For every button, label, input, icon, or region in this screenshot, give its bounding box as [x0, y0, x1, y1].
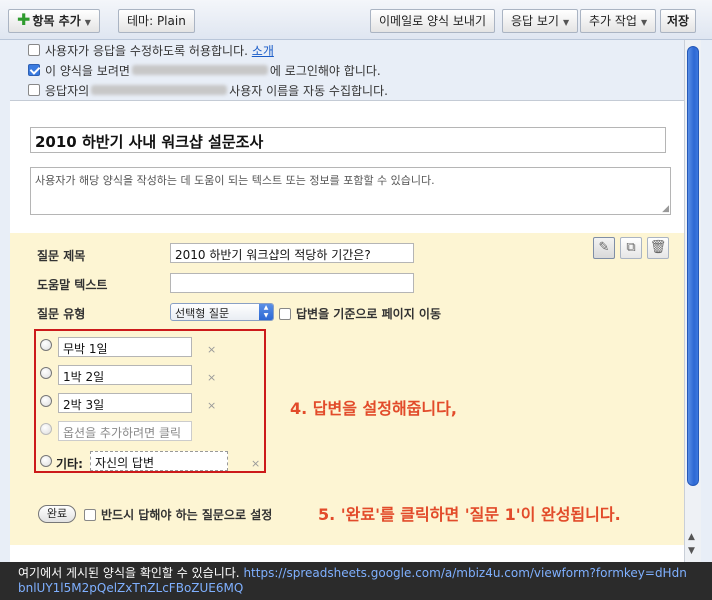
add-item-button[interactable]: ✚ 항목 추가 ▼: [8, 9, 100, 33]
remove-option-icon[interactable]: ×: [207, 343, 216, 356]
remove-option-icon[interactable]: ×: [207, 399, 216, 412]
save-button[interactable]: 저장: [660, 9, 697, 33]
collect-username-setting: 응답자의 사용자 이름을 자동 수집합니다.: [28, 82, 388, 98]
chevron-down-icon: ▼: [84, 18, 91, 27]
redacted-domain: [131, 65, 268, 75]
step4-annotation: 4. 답변을 설정해줍니다,: [290, 399, 457, 418]
help-text-input[interactable]: [170, 273, 414, 293]
theme-button[interactable]: 테마: Plain: [118, 9, 195, 33]
required-setting: 반드시 답해야 하는 질문으로 설정: [84, 506, 272, 523]
require-login-setting: 이 양식을 보려면 에 로그인해야 합니다.: [28, 62, 381, 78]
step5-annotation: 5. '완료'를 클릭하면 '질문 1'이 완성됩니다.: [318, 505, 621, 524]
edit-pencil-icon[interactable]: ✎: [593, 237, 615, 259]
option-radio: [40, 395, 52, 407]
required-checkbox[interactable]: [84, 508, 96, 521]
scroll-down-icon[interactable]: ▼: [688, 546, 695, 556]
done-button[interactable]: 완료: [38, 505, 76, 523]
option-input-2[interactable]: 1박 2일: [58, 365, 192, 385]
question-title-label: 질문 제목: [37, 249, 86, 263]
page-nav-setting: 답변을 기준으로 페이지 이동: [279, 305, 441, 322]
more-actions-button[interactable]: 추가 작업 ▼: [580, 9, 657, 33]
toolbar: ✚ 항목 추가 ▼ 테마: Plain 이메일로 양식 보내기 응답 보기 ▼ 추가 …: [0, 0, 712, 40]
scroll-up-icon[interactable]: ▲: [688, 532, 695, 542]
published-form-footer: 여기에서 게시된 양식을 확인할 수 있습니다. https://spreads…: [0, 562, 712, 600]
option-radio: [40, 339, 52, 351]
plus-icon: ✚: [17, 10, 31, 29]
question-type-select[interactable]: 선택형 질문 ▲ ▼: [170, 303, 274, 321]
other-option-label: 기타:: [56, 457, 83, 471]
other-option-input[interactable]: 자신의 답변: [90, 451, 228, 471]
scrollbar-thumb[interactable]: [687, 46, 699, 486]
option-radio: [40, 423, 52, 435]
question-editor: ✎ ⧉ 🗑 질문 제목 2010 하반기 워크샵의 적당하 기간은? 도움말 텍…: [10, 233, 684, 545]
help-text-label: 도움말 텍스트: [37, 278, 108, 292]
option-input-1[interactable]: 무박 1일: [58, 337, 192, 357]
require-login-checkbox[interactable]: [28, 64, 40, 76]
allow-edit-checkbox[interactable]: [28, 44, 40, 56]
duplicate-icon[interactable]: ⧉: [620, 237, 642, 259]
remove-option-icon[interactable]: ×: [251, 457, 260, 470]
question-title-input[interactable]: 2010 하반기 워크샵의 적당하 기간은?: [170, 243, 414, 263]
remove-option-icon[interactable]: ×: [207, 371, 216, 384]
trash-icon[interactable]: 🗑: [647, 237, 669, 259]
form-title-input[interactable]: 2010 하반기 사내 워크샵 설문조사: [30, 127, 666, 153]
redacted-domain: [91, 85, 228, 95]
vertical-scrollbar[interactable]: ▲ ▼: [684, 40, 701, 562]
chevron-down-icon: ▼: [562, 18, 570, 27]
other-option-radio: [40, 455, 52, 467]
email-form-button[interactable]: 이메일로 양식 보내기: [370, 9, 495, 33]
view-responses-button[interactable]: 응답 보기 ▼: [502, 9, 579, 33]
option-input-3[interactable]: 2박 3일: [58, 393, 192, 413]
option-radio: [40, 367, 52, 379]
form-description-input[interactable]: 사용자가 해당 양식을 작성하는 데 도움이 되는 텍스트 또는 정보를 포함할…: [30, 167, 671, 215]
collect-username-checkbox[interactable]: [28, 84, 40, 96]
page-nav-checkbox[interactable]: [279, 307, 291, 320]
form-editor-panel: 2010 하반기 사내 워크샵 설문조사 사용자가 해당 양식을 작성하는 데 …: [10, 100, 684, 562]
chevron-down-icon: ▼: [640, 18, 648, 27]
add-option-input[interactable]: 옵션을 추가하려면 클릭: [58, 421, 192, 441]
allow-edit-setting: 사용자가 응답을 수정하도록 허용합니다. 소개: [28, 42, 274, 58]
resize-grip-icon[interactable]: ◢: [662, 204, 669, 214]
about-link[interactable]: 소개: [252, 42, 274, 59]
select-arrows-icon: ▲ ▼: [259, 304, 273, 320]
question-type-label: 질문 유형: [37, 307, 86, 321]
